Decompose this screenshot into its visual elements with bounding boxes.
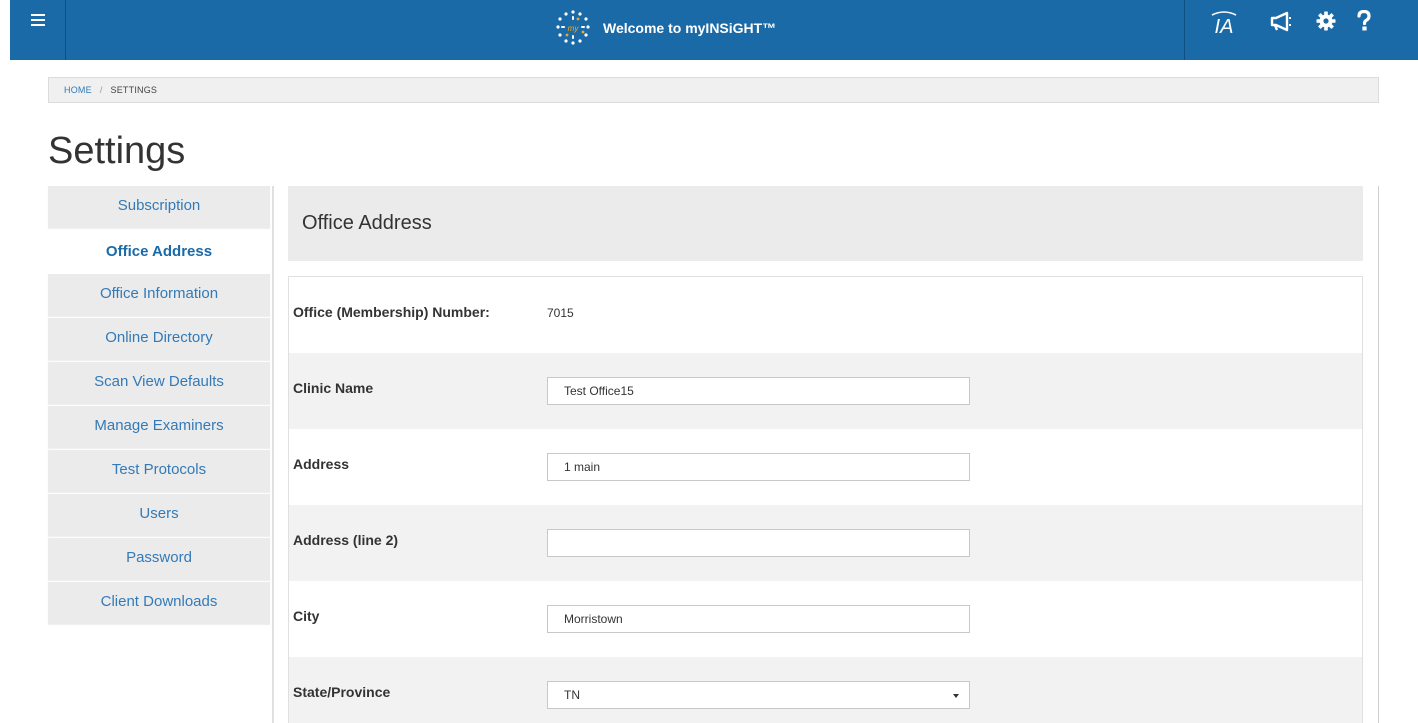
address-label: Address bbox=[293, 456, 350, 472]
form-row-address-line2: Address (line 2) bbox=[289, 505, 1362, 581]
chevron-down-icon bbox=[953, 694, 959, 698]
membership-number-label: Office (Membership) Number: bbox=[293, 304, 490, 320]
app-title: Welcome to myINSiGHT™ bbox=[603, 20, 777, 36]
sidebar-item-scan-view-defaults[interactable]: Scan View Defaults bbox=[48, 362, 270, 404]
help-button[interactable] bbox=[1354, 8, 1374, 34]
sidebar-item-online-directory[interactable]: Online Directory bbox=[48, 318, 270, 360]
form-row-address: Address bbox=[289, 429, 1362, 505]
ia-icon: IA bbox=[1211, 11, 1237, 36]
form-row-state: State/Province TN bbox=[289, 657, 1362, 723]
announcements-button[interactable] bbox=[1267, 8, 1295, 34]
breadcrumb-current: SETTINGS bbox=[110, 85, 158, 95]
sidebar-item-test-protocols[interactable]: Test Protocols bbox=[48, 450, 270, 492]
form-row-clinic-name: Clinic Name bbox=[289, 353, 1362, 429]
breadcrumb: HOME / SETTINGS bbox=[48, 77, 1379, 103]
ia-button[interactable]: IA bbox=[1206, 8, 1242, 36]
membership-number-value: 7015 bbox=[547, 306, 574, 320]
sidebar-item-users[interactable]: Users bbox=[48, 494, 270, 536]
form-row-membership: Office (Membership) Number: 7015 bbox=[289, 277, 1362, 353]
address-line2-input[interactable] bbox=[547, 529, 970, 557]
section-title: Office Address bbox=[302, 212, 432, 234]
state-select[interactable]: TN bbox=[547, 681, 970, 709]
breadcrumb-home[interactable]: HOME bbox=[64, 85, 92, 95]
content-border bbox=[1378, 186, 1379, 723]
clinic-name-label: Clinic Name bbox=[293, 380, 374, 396]
sidebar-item-password[interactable]: Password bbox=[48, 538, 270, 580]
svg-text:IA: IA bbox=[1215, 16, 1234, 36]
sidebar-item-client-downloads[interactable]: Client Downloads bbox=[48, 582, 270, 624]
page-title: Settings bbox=[48, 130, 186, 172]
topbar-divider bbox=[1184, 0, 1185, 60]
city-input[interactable] bbox=[547, 605, 970, 633]
office-address-form: Office (Membership) Number: 7015 Clinic … bbox=[288, 276, 1363, 723]
address-input[interactable] bbox=[547, 453, 970, 481]
sidebar-item-office-address[interactable]: Office Address bbox=[48, 230, 270, 272]
menu-button[interactable] bbox=[10, 0, 66, 60]
sidebar-item-manage-examiners[interactable]: Manage Examiners bbox=[48, 406, 270, 448]
settings-button[interactable] bbox=[1314, 8, 1338, 34]
myinsight-logo: my bbox=[556, 10, 590, 45]
hamburger-icon bbox=[30, 14, 45, 26]
state-select-value: TN bbox=[564, 688, 580, 702]
state-label: State/Province bbox=[293, 684, 391, 700]
brand: my Welcome to myINSiGHT™ bbox=[553, 10, 776, 46]
section-header: Office Address bbox=[288, 186, 1363, 261]
form-row-city: City bbox=[289, 581, 1362, 657]
sidebar-item-subscription[interactable]: Subscription bbox=[48, 186, 270, 228]
clinic-name-input[interactable] bbox=[547, 377, 970, 405]
breadcrumb-separator: / bbox=[99, 85, 103, 95]
sidebar-item-office-information[interactable]: Office Information bbox=[48, 274, 270, 316]
settings-sidebar: Subscription Office Address Office Infor… bbox=[48, 186, 274, 723]
address-line2-label: Address (line 2) bbox=[293, 532, 399, 548]
gear-icon bbox=[1316, 11, 1336, 31]
city-label: City bbox=[293, 608, 320, 624]
megaphone-icon bbox=[1270, 11, 1291, 32]
top-bar: my Welcome to myINSiGHT™ IA bbox=[10, 0, 1418, 60]
svg-text:my: my bbox=[568, 24, 580, 33]
question-icon bbox=[1357, 10, 1371, 31]
